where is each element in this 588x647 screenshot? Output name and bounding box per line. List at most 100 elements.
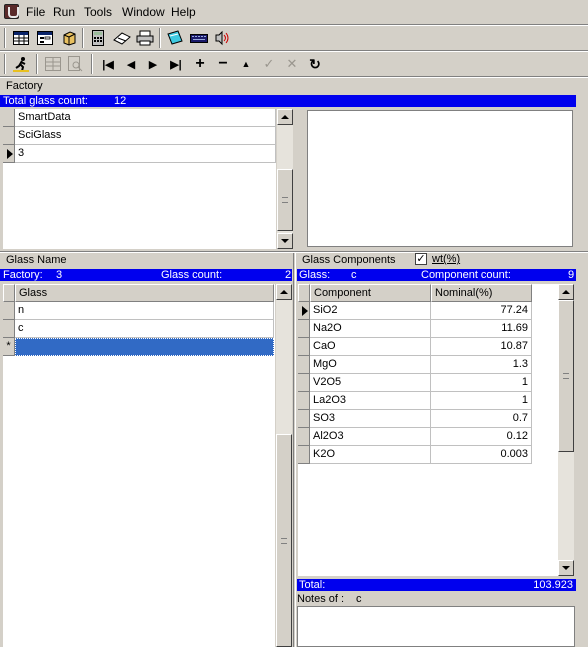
component-name[interactable]: Na2O (310, 320, 431, 338)
glass-row-c[interactable]: c (15, 320, 274, 338)
factory-row-sciglass[interactable]: SciGlass (15, 127, 276, 145)
preview-icon[interactable] (64, 53, 86, 75)
row-indicator[interactable] (3, 302, 15, 320)
menu-file[interactable]: File (26, 5, 45, 19)
total-label: Total: (299, 579, 326, 591)
column-nominal[interactable]: Nominal(%) (431, 284, 532, 302)
factory-title: Factory (6, 80, 43, 92)
component-nominal[interactable]: 10.87 (431, 338, 532, 356)
header-corner (298, 284, 310, 302)
table-icon[interactable] (10, 27, 32, 49)
component-name[interactable]: SiO2 (310, 302, 431, 320)
component-name[interactable]: La2O3 (310, 392, 431, 410)
form-icon[interactable] (34, 27, 56, 49)
component-nominal[interactable]: 0.003 (431, 446, 532, 464)
row-indicator[interactable] (298, 356, 310, 374)
component-nominal[interactable]: 1 (431, 374, 532, 392)
new-row-indicator[interactable]: * (3, 338, 15, 356)
calculator-icon[interactable] (87, 27, 109, 49)
menu-help[interactable]: Help (171, 5, 196, 19)
component-nominal[interactable]: 11.69 (431, 320, 532, 338)
toolbar-separator (159, 28, 161, 48)
prev-record-button[interactable]: ◀ (120, 53, 142, 75)
app-icon[interactable] (4, 4, 19, 19)
component-nominal[interactable]: 77.24 (431, 302, 532, 320)
wt-label[interactable]: wt(%) (432, 253, 460, 265)
scroll-up-button[interactable] (277, 109, 293, 125)
printer-icon[interactable] (134, 27, 156, 49)
refresh-button[interactable]: ↻ (304, 53, 326, 75)
toolbar-divider (0, 76, 588, 78)
scroll-down-button[interactable] (277, 233, 293, 249)
column-component[interactable]: Component (310, 284, 431, 302)
factory-row-3[interactable]: 3 (15, 145, 276, 163)
grid-icon[interactable] (42, 53, 64, 75)
eraser-icon[interactable] (111, 27, 133, 49)
components-bar: Glass: c Component count: 9 (297, 269, 576, 281)
current-row-arrow-icon (7, 149, 13, 159)
component-name[interactable]: K2O (310, 446, 431, 464)
scroll-up-button[interactable] (276, 284, 292, 300)
component-name[interactable]: MgO (310, 356, 431, 374)
glass-row-new[interactable] (15, 338, 274, 356)
menu-run[interactable]: Run (53, 5, 75, 19)
row-indicator[interactable] (3, 320, 15, 338)
glass-name-title: Glass Name (6, 254, 67, 266)
factory-scrollbar[interactable] (277, 109, 293, 249)
row-indicator[interactable] (298, 446, 310, 464)
cancel-record-button[interactable]: ✕ (281, 53, 303, 75)
row-indicator[interactable] (3, 127, 15, 145)
keyboard-icon[interactable] (188, 27, 210, 49)
column-glass[interactable]: Glass (15, 284, 274, 302)
row-indicator[interactable] (298, 374, 310, 392)
row-indicator-current[interactable] (3, 145, 15, 163)
row-indicator[interactable] (298, 392, 310, 410)
glass-row-n[interactable]: n (15, 302, 274, 320)
notebook-icon[interactable] (164, 27, 186, 49)
glass-scrollbar[interactable] (276, 284, 292, 647)
row-indicator[interactable] (298, 428, 310, 446)
factory-row-smartdata[interactable]: SmartData (15, 109, 276, 127)
scroll-thumb[interactable] (276, 434, 292, 647)
row-indicator[interactable] (3, 109, 15, 127)
scroll-thumb[interactable] (558, 300, 574, 452)
next-record-button[interactable]: ▶ (142, 53, 164, 75)
notes-label: Notes of : (297, 593, 345, 605)
components-scrollbar[interactable] (558, 284, 574, 576)
scroll-up-button[interactable] (558, 284, 574, 300)
vertical-splitter[interactable] (293, 253, 296, 647)
running-man-icon[interactable] (10, 53, 32, 75)
row-indicator[interactable] (298, 320, 310, 338)
component-nominal[interactable]: 1.3 (431, 356, 532, 374)
factory-notes-panel[interactable] (307, 110, 573, 247)
scroll-thumb[interactable] (277, 169, 293, 231)
total-bar: Total: 103.923 (297, 579, 576, 591)
last-record-button[interactable]: ▶| (165, 53, 187, 75)
add-record-button[interactable]: + (189, 53, 211, 75)
speaker-icon[interactable] (211, 27, 233, 49)
post-record-button[interactable]: ✓ (258, 53, 280, 75)
component-nominal[interactable]: 0.12 (431, 428, 532, 446)
component-nominal[interactable]: 0.7 (431, 410, 532, 428)
component-name[interactable]: SO3 (310, 410, 431, 428)
wt-checkbox[interactable]: ✓ (415, 253, 427, 265)
edit-record-button[interactable]: ▲ (235, 53, 257, 75)
scroll-down-button[interactable] (558, 560, 574, 576)
menu-tools[interactable]: Tools (84, 5, 112, 19)
cube-icon[interactable] (58, 27, 80, 49)
notes-field[interactable] (297, 606, 575, 647)
menu-window[interactable]: Window (122, 5, 165, 19)
component-name[interactable]: V2O5 (310, 374, 431, 392)
component-nominal[interactable]: 1 (431, 392, 532, 410)
row-indicator-current[interactable] (298, 302, 310, 320)
component-name[interactable]: Al2O3 (310, 428, 431, 446)
row-indicator[interactable] (298, 338, 310, 356)
row-indicator[interactable] (298, 410, 310, 428)
delete-record-button[interactable]: − (212, 53, 234, 75)
toolbar-grip (4, 28, 6, 48)
factory-label: Factory: (3, 269, 43, 281)
component-name[interactable]: CaO (310, 338, 431, 356)
toolbar-separator (36, 54, 38, 74)
glass-name-bar: Factory: 3 Glass count: 2 (0, 269, 292, 281)
first-record-button[interactable]: |◀ (97, 53, 119, 75)
